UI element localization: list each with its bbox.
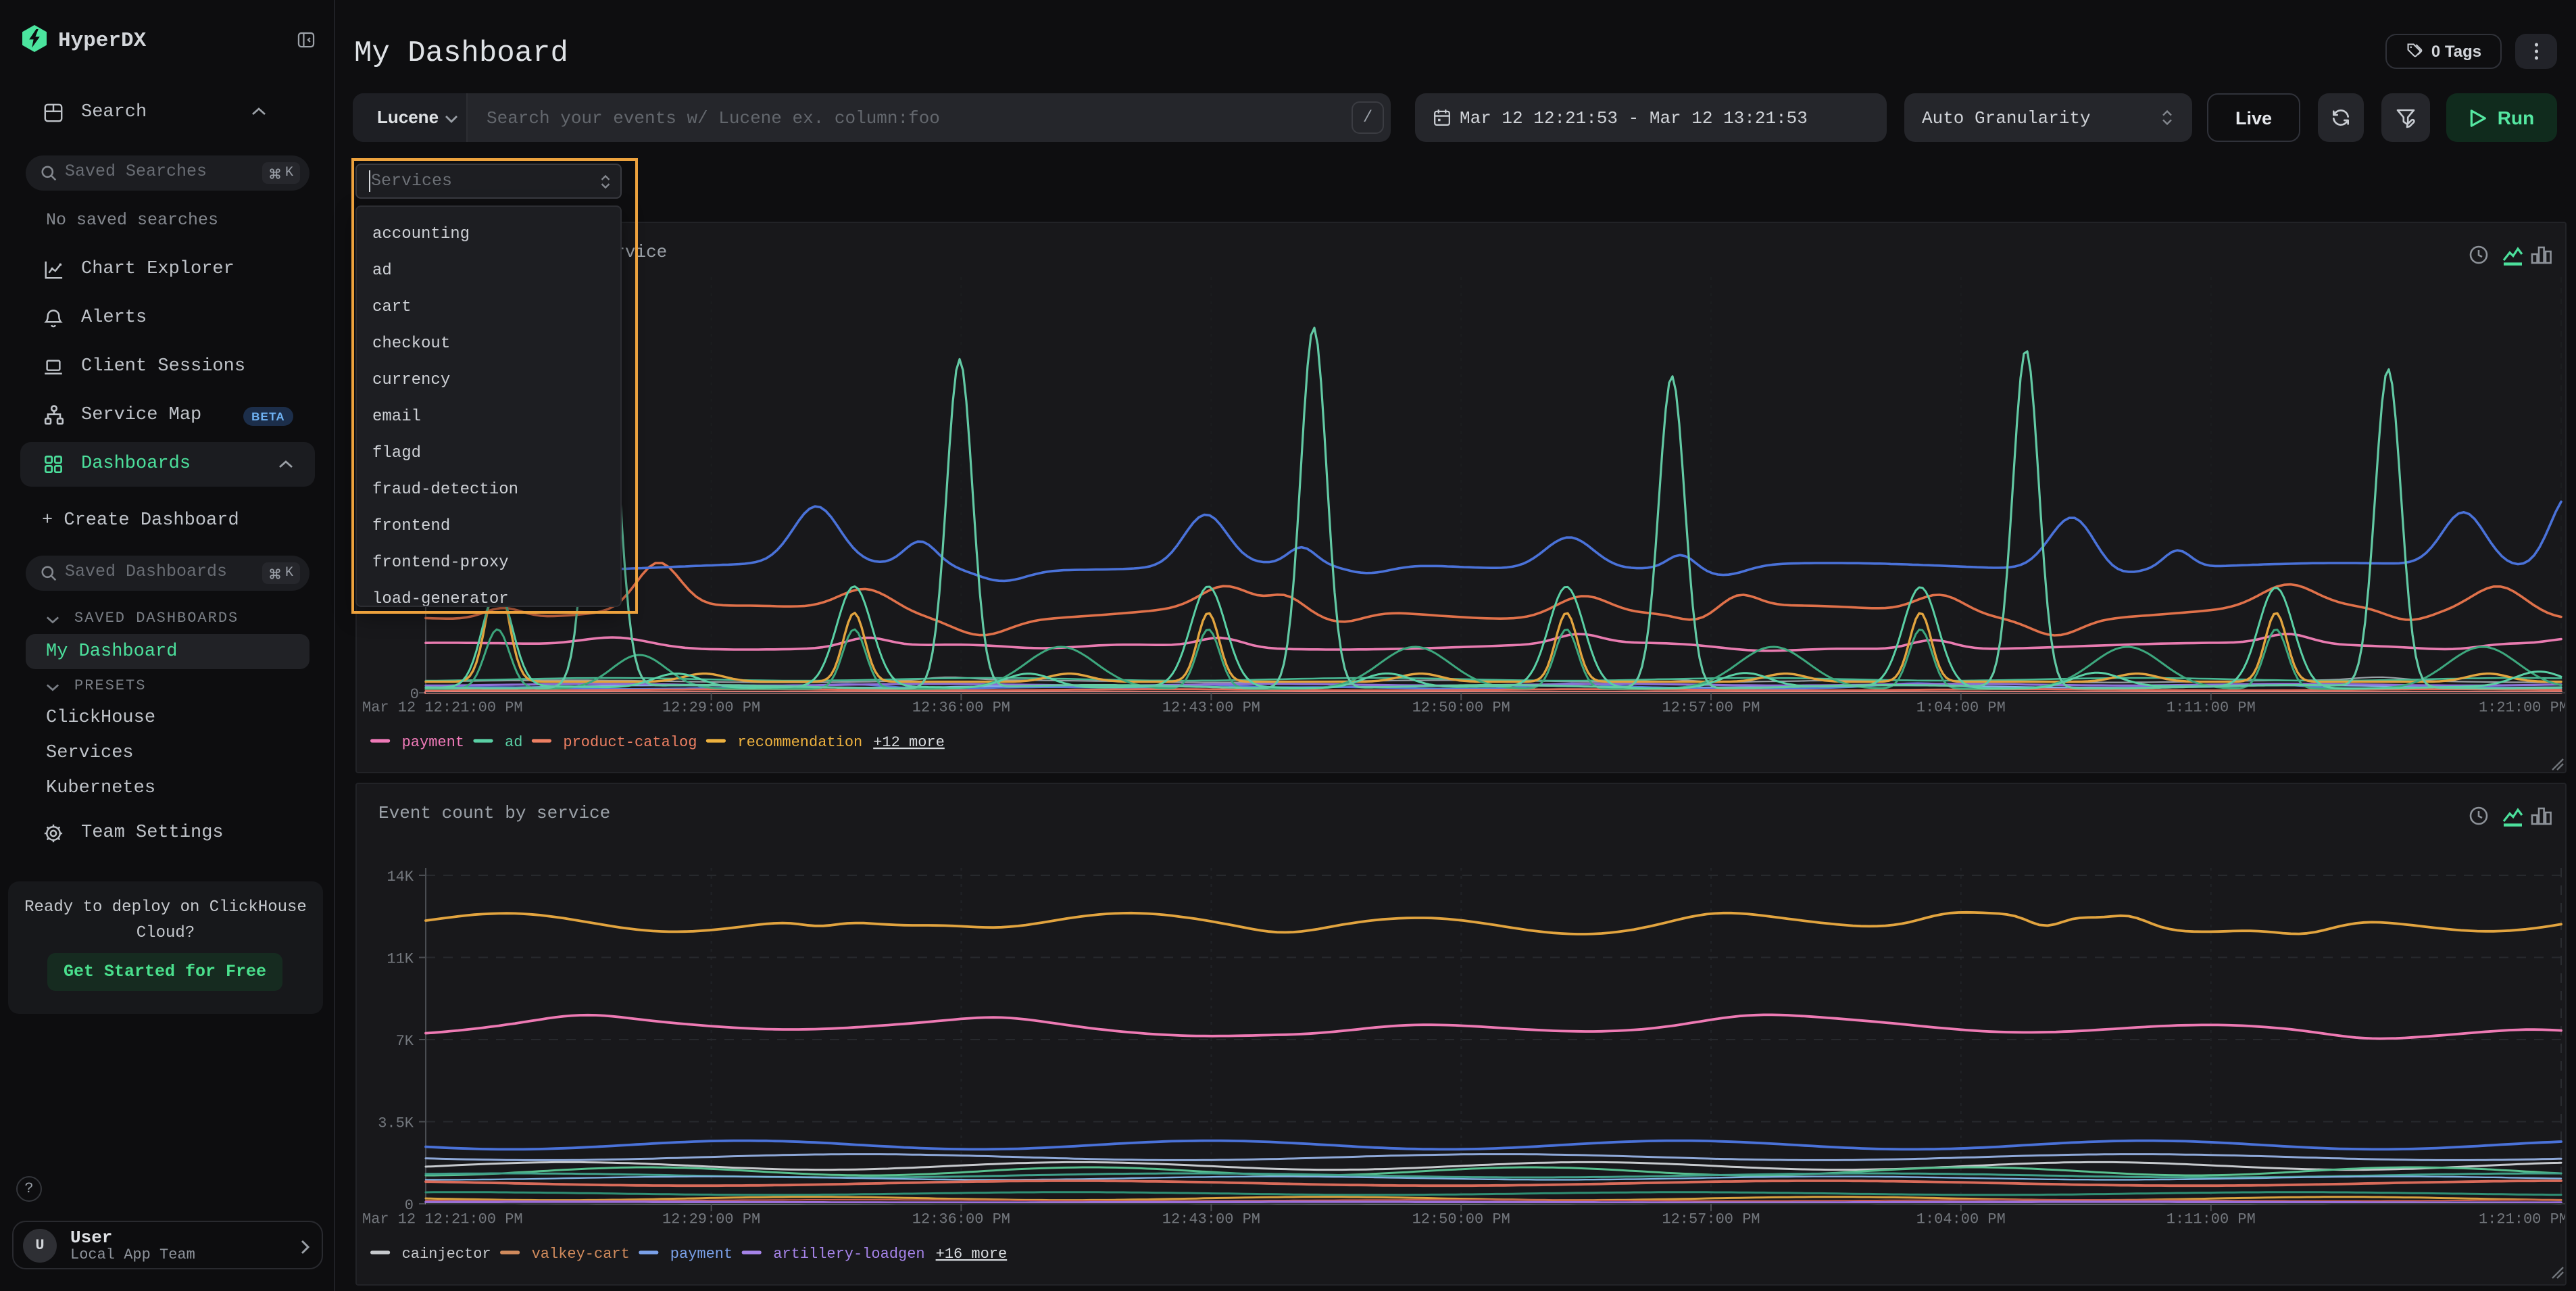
svg-text:product-catalog: product-catalog xyxy=(563,734,697,751)
svg-text:0: 0 xyxy=(410,686,419,703)
svg-text:12:43:00 PM: 12:43:00 PM xyxy=(1162,1211,1260,1228)
svg-text:12:36:00 PM: 12:36:00 PM xyxy=(912,700,1010,716)
svg-text:Mar 12 12:21:00 PM: Mar 12 12:21:00 PM xyxy=(362,700,523,716)
svg-text:1:04:00 PM: 1:04:00 PM xyxy=(1916,1211,2006,1228)
svg-text:+16 more: +16 more xyxy=(936,1246,1008,1263)
svg-text:recommendation: recommendation xyxy=(737,734,862,751)
svg-text:1:11:00 PM: 1:11:00 PM xyxy=(2166,700,2256,716)
svg-text:payment: payment xyxy=(670,1246,733,1263)
svg-text:12:57:00 PM: 12:57:00 PM xyxy=(1662,1211,1760,1228)
svg-text:12:29:00 PM: 12:29:00 PM xyxy=(662,1211,760,1228)
svg-text:1:21:00 PM: 1:21:00 PM xyxy=(2479,1211,2567,1228)
svg-text:cainjector: cainjector xyxy=(402,1246,491,1263)
svg-text:1:04:00 PM: 1:04:00 PM xyxy=(1916,700,2006,716)
svg-text:12:50:00 PM: 12:50:00 PM xyxy=(1412,700,1510,716)
svg-text:7K: 7K xyxy=(396,1033,414,1050)
svg-text:+12 more: +12 more xyxy=(873,734,945,751)
svg-text:payment: payment xyxy=(402,734,464,751)
svg-text:14K: 14K xyxy=(387,869,414,885)
svg-text:1:21:00 PM: 1:21:00 PM xyxy=(2479,700,2567,716)
svg-text:artillery-loadgen: artillery-loadgen xyxy=(773,1246,924,1263)
svg-text:12:50:00 PM: 12:50:00 PM xyxy=(1412,1211,1510,1228)
svg-text:3.5K: 3.5K xyxy=(378,1115,414,1132)
svg-text:12:57:00 PM: 12:57:00 PM xyxy=(1662,700,1760,716)
svg-text:valkey-cart: valkey-cart xyxy=(532,1246,630,1263)
svg-text:12:43:00 PM: 12:43:00 PM xyxy=(1162,700,1260,716)
svg-text:11K: 11K xyxy=(387,951,414,968)
svg-text:ad: ad xyxy=(505,734,522,751)
svg-text:12:29:00 PM: 12:29:00 PM xyxy=(662,700,760,716)
svg-text:Mar 12 12:21:00 PM: Mar 12 12:21:00 PM xyxy=(362,1211,523,1228)
svg-text:12:36:00 PM: 12:36:00 PM xyxy=(912,1211,1010,1228)
svg-text:1:11:00 PM: 1:11:00 PM xyxy=(2166,1211,2256,1228)
